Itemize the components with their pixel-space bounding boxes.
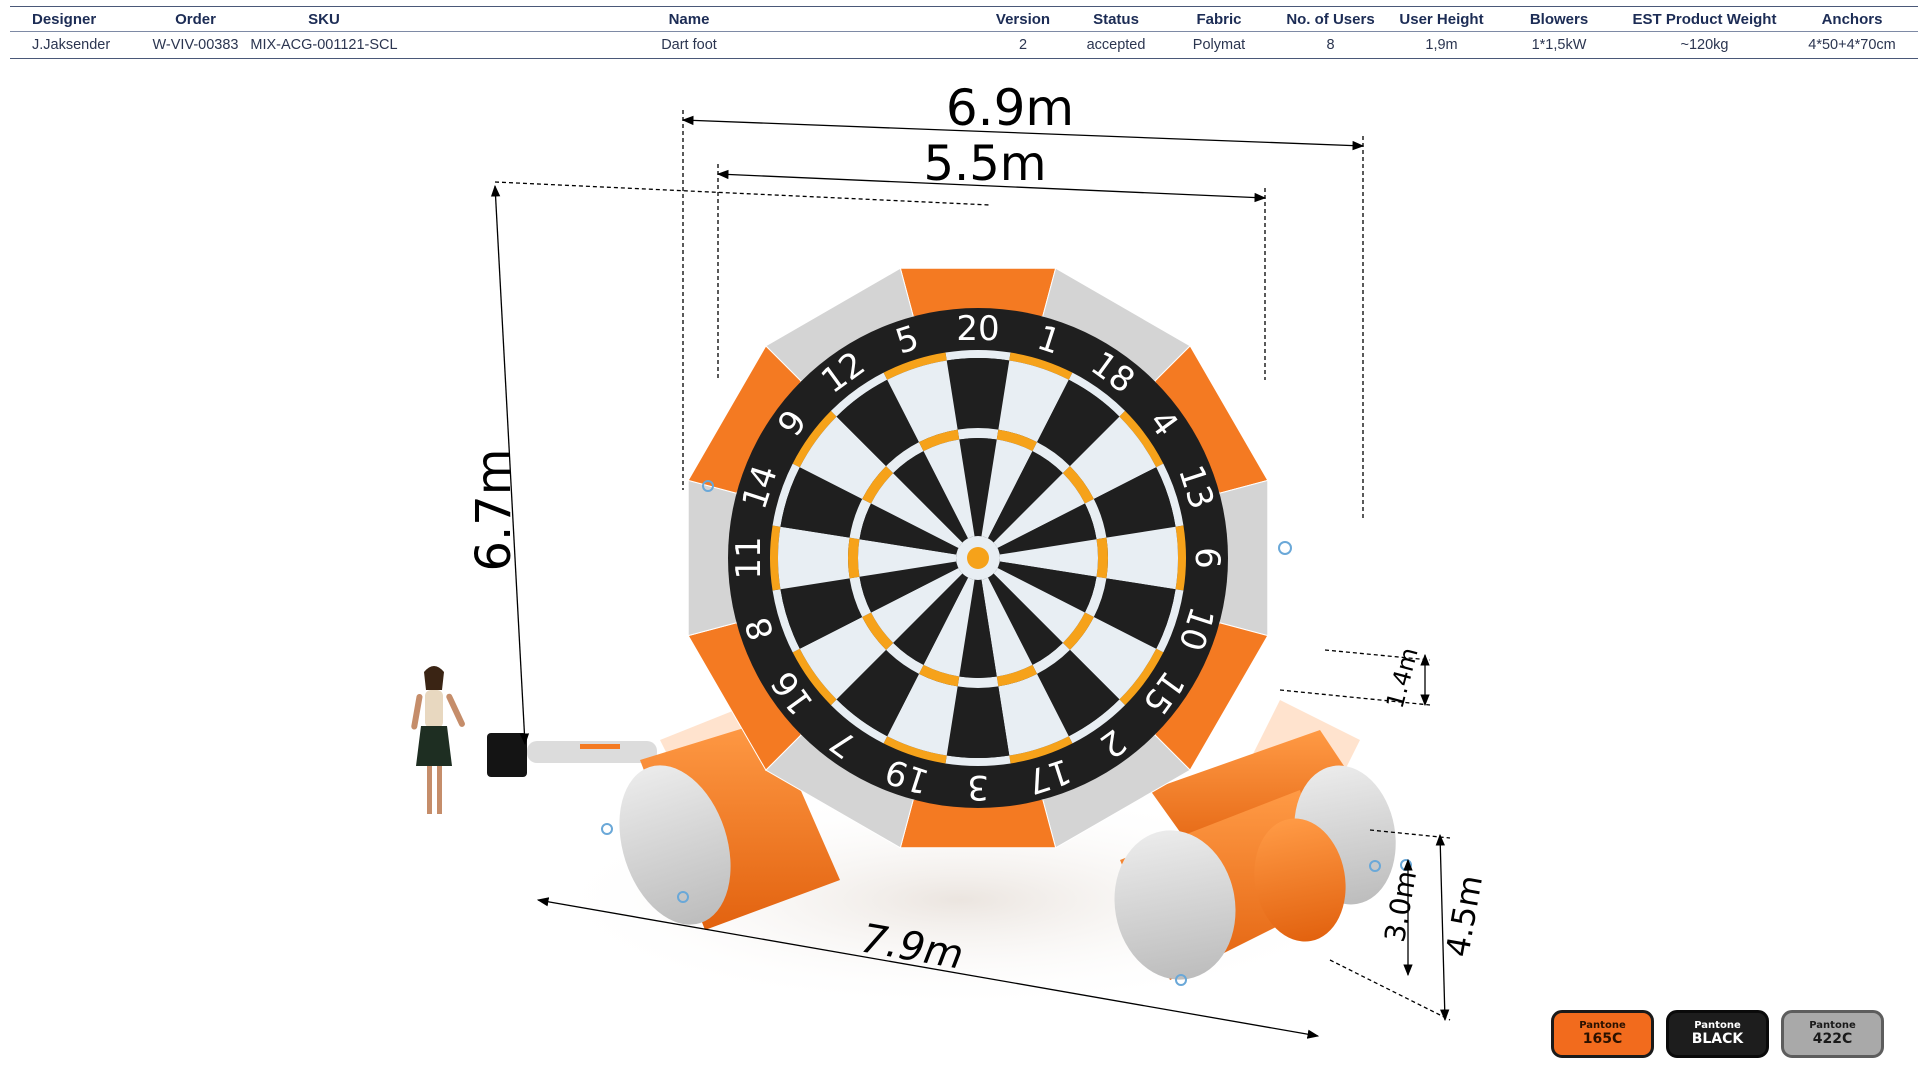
header-version: Version: [979, 6, 1067, 32]
header-sku: SKU: [249, 6, 399, 32]
dim-depth-total: 4.5m: [1438, 872, 1490, 959]
pantone-swatches: Pantone 165C Pantone BLACK Pantone 422C: [1551, 1010, 1884, 1058]
dim-outer-width: 6.9m: [946, 79, 1074, 137]
bullseye: [967, 547, 989, 569]
product-render: 20 1 18 4 13 6 10 15 2 17 3 19 7 16 8 11 14 9 12 5: [0, 60, 1920, 1080]
treble-ring-segment: [1096, 537, 1109, 579]
person-figure: [411, 666, 465, 814]
header-name: Name: [399, 6, 979, 32]
header-order: Order: [142, 6, 249, 32]
value-designer: J.Jaksender: [32, 37, 111, 53]
swatch-orange: Pantone 165C: [1551, 1010, 1654, 1058]
value-sku: MIX-ACG-001121-SCL: [250, 37, 398, 53]
treble-ring-segment: [957, 676, 999, 688]
header-status: Status: [1067, 6, 1165, 32]
board-number: 3: [967, 767, 989, 807]
swatch-orange-code: 165C: [1582, 1030, 1623, 1047]
header-users: No. of Users: [1273, 6, 1388, 32]
swatch-grey: Pantone 422C: [1781, 1010, 1884, 1058]
dim-height: 6.7m: [466, 448, 522, 571]
header-user-height: User Height: [1388, 6, 1495, 32]
dim-side-height: 1.4m: [1381, 645, 1424, 712]
outer-segment: [778, 526, 850, 590]
value-anchors: 4*50+4*70cm: [1808, 37, 1896, 53]
spec-header-row: Designer Order SKU Name Version Status F…: [10, 6, 1918, 32]
outer-segment: [946, 686, 1010, 758]
board-number: 11: [729, 536, 769, 579]
spec-value-row: J.Jaksender W-VIV-00383 MIX-ACG-001121-S…: [10, 32, 1918, 59]
value-version: 2: [1018, 37, 1028, 53]
value-status: accepted: [1086, 37, 1146, 53]
dim-inner-width: 5.5m: [923, 136, 1046, 192]
treble-ring-segment: [848, 537, 860, 579]
value-users: 8: [1326, 37, 1335, 53]
swatch-black: Pantone BLACK: [1666, 1010, 1769, 1058]
value-name: Dart foot: [661, 37, 717, 53]
header-designer: Designer: [10, 6, 142, 32]
swatch-grey-code: 422C: [1812, 1030, 1853, 1047]
render-svg: 20 11841361015217319716811149125 6.9m 5.…: [411, 79, 1490, 1039]
swatch-black-code: BLACK: [1691, 1030, 1744, 1047]
header-anchors: Anchors: [1786, 6, 1918, 32]
value-fabric: Polymat: [1192, 37, 1246, 53]
header-fabric: Fabric: [1165, 6, 1273, 32]
value-order: W-VIV-00383: [152, 37, 239, 53]
outer-segment: [1106, 526, 1179, 590]
blower: [487, 733, 657, 777]
outer-segment: [946, 358, 1010, 430]
spec-table: Designer Order SKU Name Version Status F…: [10, 6, 1918, 59]
board-number: 20: [956, 309, 999, 349]
value-user-height: 1,9m: [1425, 37, 1458, 53]
board-number: 6: [1187, 547, 1227, 569]
treble-ring-segment: [957, 428, 999, 440]
value-blowers: 1*1,5kW: [1531, 37, 1587, 53]
dartboard: 20 11841361015217319716811149125: [728, 308, 1228, 808]
value-weight: ~120kg: [1680, 37, 1729, 53]
header-weight: EST Product Weight: [1623, 6, 1786, 32]
header-blowers: Blowers: [1495, 6, 1623, 32]
